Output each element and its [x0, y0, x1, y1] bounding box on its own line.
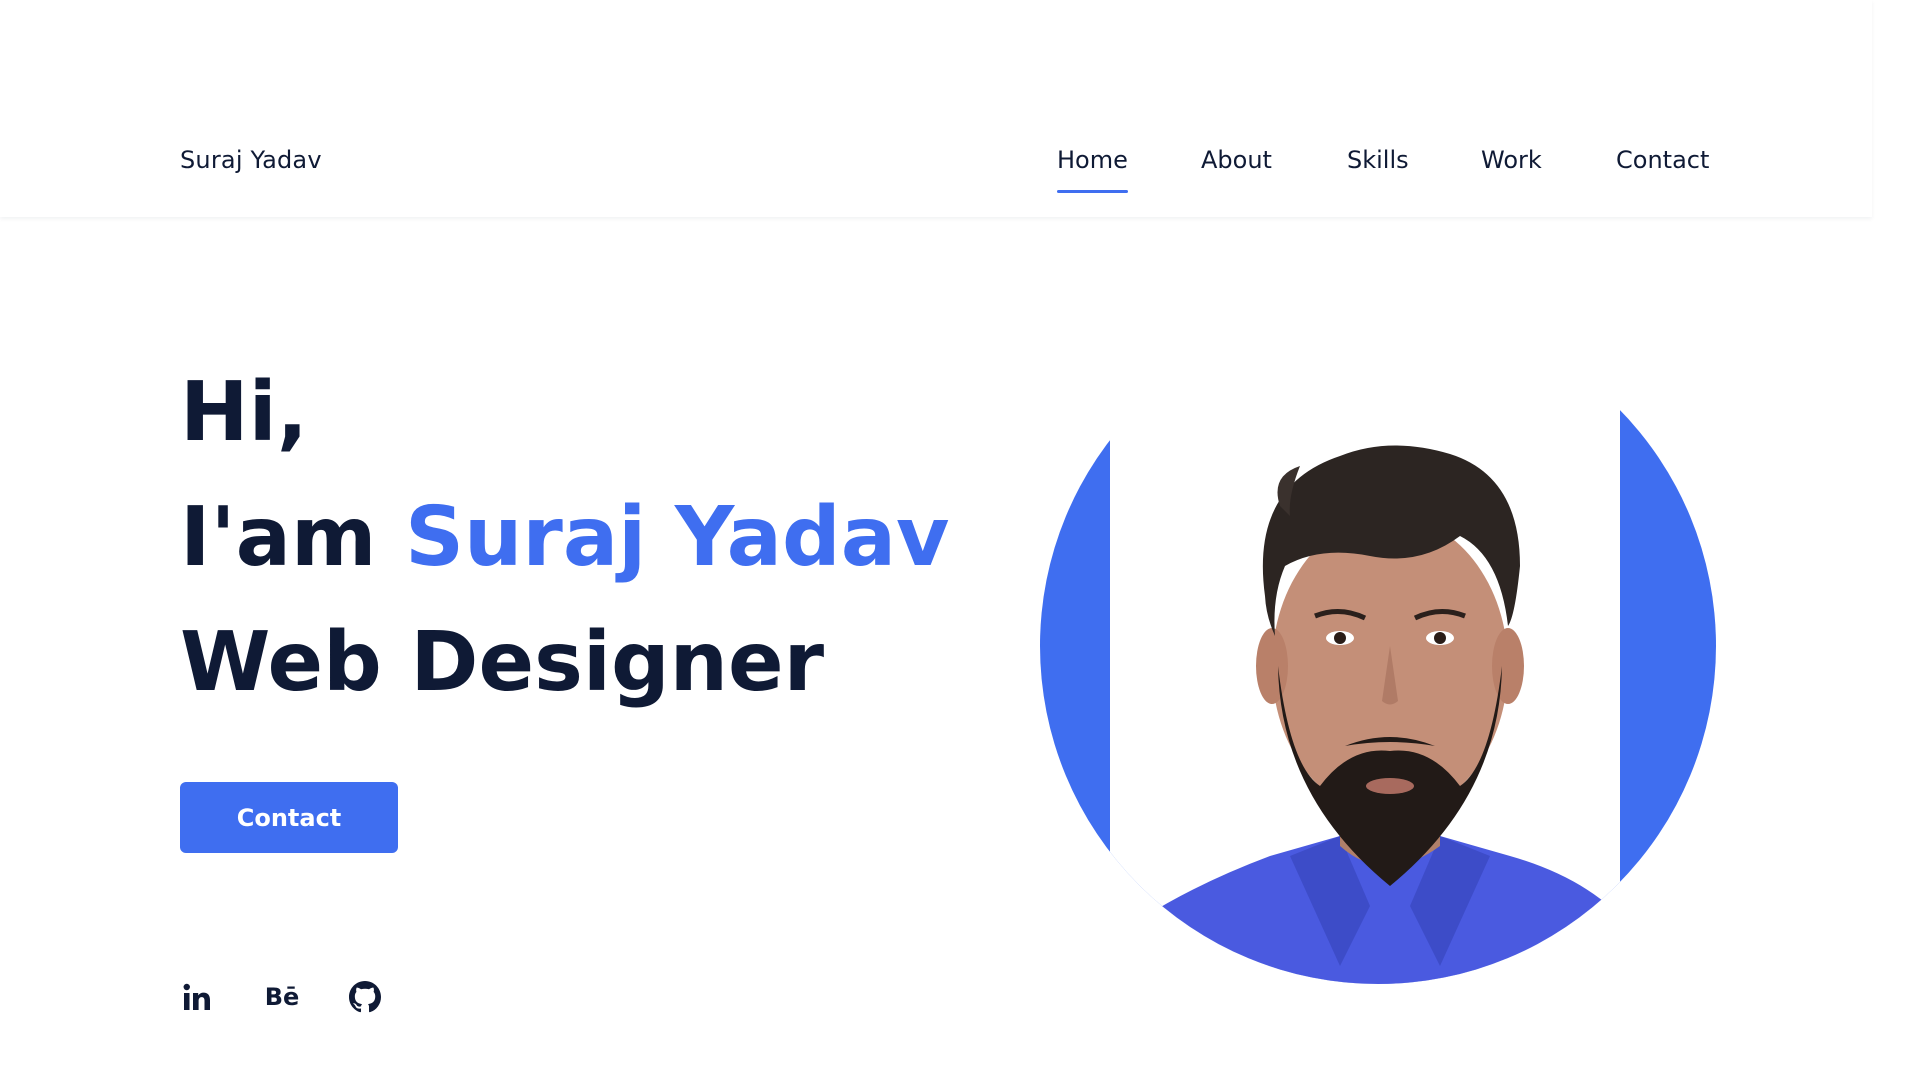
- site-logo[interactable]: Suraj Yadav: [180, 146, 322, 174]
- hero-role: Web Designer: [180, 615, 825, 710]
- hero-name: Suraj Yadav: [404, 490, 950, 585]
- nav-home[interactable]: Home: [1057, 146, 1128, 193]
- behance-link[interactable]: Bē: [262, 980, 302, 1014]
- github-icon: [349, 981, 381, 1013]
- hero-intro-prefix: I'am: [180, 490, 405, 585]
- linkedin-icon: [183, 983, 210, 1010]
- hero-intro: I'am Suraj Yadav: [180, 497, 949, 579]
- site-header: Suraj Yadav Home About Skills Work Conta…: [0, 0, 1872, 217]
- nav-about[interactable]: About: [1201, 146, 1272, 174]
- linkedin-link[interactable]: [180, 980, 214, 1014]
- nav-skills[interactable]: Skills: [1347, 146, 1409, 174]
- hero-portrait: [1040, 366, 1716, 1006]
- hero-greeting: Hi,: [180, 365, 308, 460]
- behance-icon: Bē: [264, 983, 300, 1011]
- nav-contact[interactable]: Contact: [1616, 146, 1709, 174]
- portrait-svg: [1040, 366, 1716, 984]
- github-link[interactable]: [348, 980, 382, 1014]
- contact-button[interactable]: Contact: [180, 782, 398, 853]
- nav-work[interactable]: Work: [1481, 146, 1542, 174]
